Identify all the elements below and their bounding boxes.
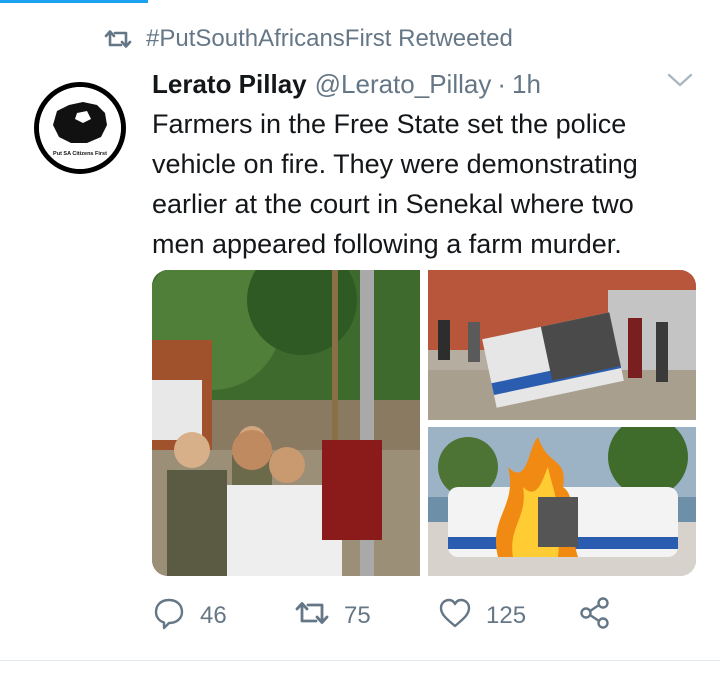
tweet-text: Farmers in the Free State set the police… (152, 109, 638, 259)
divider (0, 660, 720, 661)
top-progress-bar (0, 0, 148, 3)
retweet-count: 75 (344, 602, 371, 629)
retweet-banner[interactable]: #PutSouthAfricansFirst Retweeted (104, 24, 513, 54)
reply-count: 46 (200, 602, 227, 629)
tweet-media-grid (152, 270, 696, 576)
chevron-down-icon[interactable] (666, 70, 694, 95)
separator-dot: · (497, 68, 507, 99)
share-button[interactable] (578, 596, 612, 636)
share-icon (578, 596, 612, 637)
reply-button[interactable]: 46 (152, 596, 227, 636)
crowd-photo[interactable] (152, 270, 420, 576)
tweet-time[interactable]: 1h (512, 69, 541, 100)
tweet-header: Lerato Pillay @Lerato_Pillay · 1h (152, 66, 692, 102)
retweet-icon (294, 599, 330, 634)
heart-icon (438, 597, 472, 636)
reply-icon (152, 596, 186, 637)
like-count: 125 (486, 602, 527, 629)
retweet-icon (104, 28, 132, 50)
author-name[interactable]: Lerato Pillay (152, 69, 307, 100)
retweet-banner-text: #PutSouthAfricansFirst Retweeted (146, 25, 513, 52)
burning-vehicle-photo[interactable] (428, 427, 696, 576)
avatar[interactable]: Put SA Citizens First (34, 82, 126, 174)
tweet-actions: 46 75 125 (152, 596, 622, 636)
overturned-vehicle-photo[interactable] (428, 270, 696, 420)
author-handle[interactable]: @Lerato_Pillay (315, 69, 492, 100)
like-button[interactable]: 125 (438, 596, 526, 636)
svg-text:Put SA Citizens First: Put SA Citizens First (53, 151, 107, 157)
retweet-button[interactable]: 75 (294, 596, 371, 636)
